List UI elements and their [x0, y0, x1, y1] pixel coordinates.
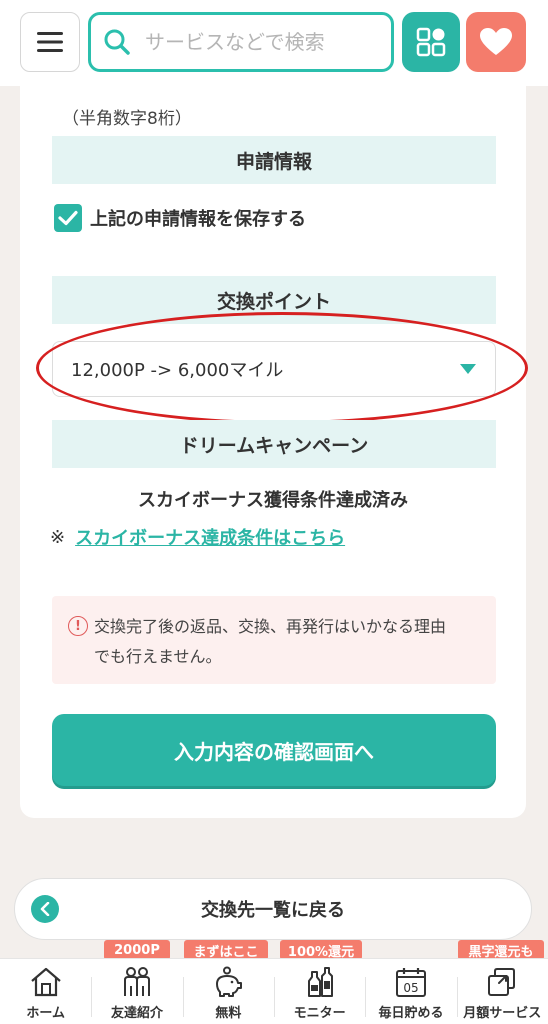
- back-to-list-label: 交換先一覧に戻る: [201, 900, 345, 921]
- piggy-bank-icon: [216, 966, 243, 997]
- header-bar: [0, 0, 548, 86]
- search-icon: [104, 29, 130, 55]
- nav-home-label: ホーム: [26, 1006, 65, 1021]
- nav-free[interactable]: 無料: [182, 959, 274, 1024]
- subscription-badge: 黒字還元も: [458, 940, 544, 960]
- nav-subscription[interactable]: 月額サービス: [456, 959, 548, 1024]
- menu-icon: [37, 32, 63, 52]
- campaign-conditions-link[interactable]: スカイボーナス達成条件はこちら: [75, 524, 345, 550]
- nav-friends-label: 友達紹介: [110, 1006, 163, 1021]
- bottles-icon: [307, 967, 333, 997]
- warning-box: ! 交換完了後の返品、交換、再発行はいかなる理由 でも行えません。: [52, 596, 496, 684]
- checkmark-icon: [58, 210, 78, 226]
- nav-free-label: 無料: [215, 1006, 242, 1021]
- hamburger-menu-button[interactable]: [20, 12, 80, 72]
- friends-icon: [123, 967, 150, 996]
- nav-daily[interactable]: 05 毎日貯める: [365, 959, 456, 1024]
- heart-icon: [480, 28, 512, 55]
- chevron-left-icon: [31, 895, 59, 923]
- application-info-heading: 申請情報: [52, 136, 496, 184]
- warning-text-line-2: でも行えません。: [94, 647, 222, 666]
- free-badge: まずはここ: [184, 940, 268, 960]
- nav-friends[interactable]: 友達紹介: [91, 959, 182, 1024]
- nav-monitor-label: モニター: [293, 1006, 346, 1021]
- campaign-heading: ドリームキャンペーン: [52, 420, 496, 468]
- home-icon: [30, 967, 61, 997]
- back-to-list-button[interactable]: 交換先一覧に戻る: [14, 878, 532, 940]
- bottom-navigation: ホーム 友達紹介 無料 モニター 05 毎日貯める 月額サービス: [0, 958, 548, 1024]
- category-grid-button[interactable]: [402, 12, 460, 72]
- annotation-red-oval: [36, 312, 528, 424]
- exchange-form-card: （半角数字8桁） 申請情報 上記の申請情報を保存する 交換ポイント 12,000…: [20, 86, 528, 818]
- exclamation-circle-icon: !: [68, 616, 88, 636]
- calendar-day-text: 05: [403, 981, 418, 995]
- search-box[interactable]: [88, 12, 394, 72]
- grid-icon: [416, 27, 446, 57]
- nav-monitor[interactable]: モニター: [273, 959, 365, 1024]
- friends-badge: 2000P: [104, 940, 170, 960]
- nav-daily-label: 毎日貯める: [378, 1006, 444, 1021]
- campaign-status-text: スカイボーナス獲得条件達成済み: [138, 490, 408, 511]
- save-info-label: 上記の申請情報を保存する: [90, 209, 306, 230]
- search-input[interactable]: [145, 30, 385, 54]
- note-mark: ※: [50, 526, 66, 548]
- save-info-checkbox-row[interactable]: 上記の申請情報を保存する: [54, 204, 306, 232]
- favorites-button[interactable]: [466, 12, 526, 72]
- save-info-checkbox[interactable]: [54, 204, 82, 232]
- warning-text-line-1: 交換完了後の返品、交換、再発行はいかなる理由: [94, 617, 447, 636]
- digits-note: （半角数字8桁）: [62, 109, 192, 129]
- monitor-badge: 100%還元: [280, 940, 362, 960]
- subscription-icon: [488, 968, 516, 996]
- warning-text: 交換完了後の返品、交換、再発行はいかなる理由 でも行えません。: [94, 612, 446, 684]
- confirm-input-button[interactable]: 入力内容の確認画面へ: [52, 714, 496, 786]
- calendar-icon: 05: [395, 968, 426, 997]
- campaign-link-row: ※ スカイボーナス達成条件はこちら: [50, 524, 345, 550]
- nav-subscription-label: 月額サービス: [463, 1006, 542, 1021]
- nav-home[interactable]: ホーム: [0, 959, 91, 1024]
